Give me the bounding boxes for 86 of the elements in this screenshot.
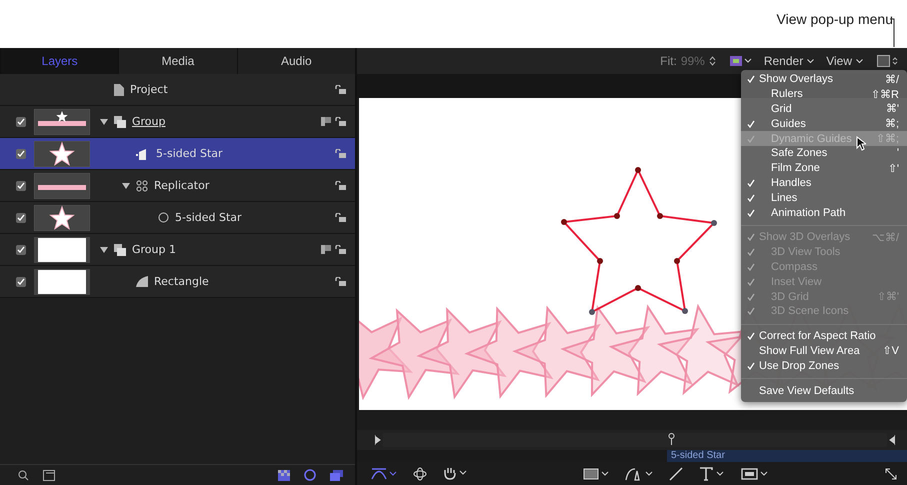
menu-item[interactable]: Grid ⌘' bbox=[741, 102, 907, 116]
chevron-icon bbox=[856, 58, 863, 64]
layer-thumbnail bbox=[34, 236, 90, 262]
text-tool-icon[interactable] bbox=[699, 466, 725, 480]
flag-icon bbox=[321, 117, 331, 126]
menu-item[interactable]: Lines bbox=[741, 190, 907, 206]
replicator-icon bbox=[136, 180, 148, 192]
menu-item[interactable]: Correct for Aspect Ratio bbox=[741, 328, 907, 344]
layer-name: Group bbox=[132, 115, 166, 128]
frame-icon[interactable] bbox=[43, 470, 55, 480]
mask-tool-icon[interactable] bbox=[741, 468, 769, 480]
star-thumbnail bbox=[34, 204, 90, 230]
brush-tool-icon[interactable] bbox=[669, 466, 683, 480]
layers-icon[interactable] bbox=[330, 470, 343, 480]
hand-tool-icon[interactable] bbox=[443, 467, 467, 480]
layer-name: Rectangle bbox=[154, 275, 209, 288]
chevron-icon bbox=[807, 58, 814, 64]
lock-icon[interactable] bbox=[335, 277, 346, 286]
lock-icon[interactable] bbox=[335, 181, 346, 190]
callout-label: View pop-up menu bbox=[776, 11, 893, 27]
layer-name: Replicator bbox=[154, 179, 210, 192]
color-swatch-icon[interactable] bbox=[730, 56, 752, 66]
circle-icon bbox=[158, 212, 169, 223]
visibility-checkbox[interactable] bbox=[16, 244, 26, 254]
orbit-tool-icon[interactable] bbox=[413, 466, 427, 480]
disclosure-triangle-icon[interactable] bbox=[100, 118, 108, 126]
stepper-icon[interactable] bbox=[708, 56, 716, 66]
menu-item[interactable]: Guides ⌘; bbox=[741, 116, 907, 132]
group-icon bbox=[114, 116, 126, 128]
menu-item[interactable]: Safe Zones ' bbox=[741, 146, 907, 161]
star-thumbnail bbox=[34, 140, 90, 166]
visibility-checkbox[interactable] bbox=[16, 180, 26, 190]
panel-tab[interactable]: Media bbox=[118, 48, 237, 74]
star-strip-thumbnail bbox=[34, 172, 90, 198]
layer-row[interactable]: 5-sided Star bbox=[0, 138, 355, 170]
menu-item[interactable]: Animation Path bbox=[741, 205, 907, 220]
circle-icon[interactable] bbox=[304, 469, 316, 481]
layer-name: 5-sided Star bbox=[175, 211, 242, 224]
rectangle-tool-icon[interactable] bbox=[583, 468, 609, 480]
menu-item[interactable]: Film Zone ⇧' bbox=[741, 160, 907, 176]
menu-item[interactable]: Handles bbox=[741, 176, 907, 190]
lock-icon[interactable] bbox=[335, 149, 346, 158]
group-icon bbox=[114, 244, 126, 256]
mouse-pointer-icon bbox=[856, 136, 866, 151]
layer-name: 5-sided Star bbox=[156, 147, 223, 160]
layer-row[interactable]: Replicator bbox=[0, 170, 355, 202]
in-point-icon[interactable] bbox=[375, 435, 381, 445]
menu-item[interactable]: Show Overlays ⌘/ bbox=[741, 72, 907, 87]
layer-row[interactable]: 5-sided Star bbox=[0, 202, 355, 234]
lock-icon[interactable] bbox=[335, 85, 346, 94]
menu-item[interactable]: Save View Defaults bbox=[741, 383, 907, 398]
lock-icon[interactable] bbox=[335, 213, 346, 222]
pen-tool-icon[interactable] bbox=[625, 466, 653, 480]
menu-item[interactable]: Show Full View Area ⇧V bbox=[741, 344, 907, 358]
flag-icon bbox=[321, 245, 331, 254]
layer-name: Project bbox=[130, 83, 168, 96]
view-popup-icon[interactable] bbox=[877, 55, 899, 67]
disclosure-triangle-icon[interactable] bbox=[122, 182, 130, 190]
bezier-tool-icon[interactable] bbox=[371, 468, 397, 480]
out-point-icon[interactable] bbox=[889, 435, 895, 445]
document-icon bbox=[114, 84, 124, 96]
star-strip-thumbnail bbox=[34, 108, 90, 134]
playhead-icon[interactable] bbox=[668, 433, 675, 445]
layer-row[interactable]: Group 1 bbox=[0, 234, 355, 266]
layer-thumbnail bbox=[34, 268, 90, 294]
panel-tab[interactable]: Audio bbox=[236, 48, 355, 74]
lock-icon[interactable] bbox=[335, 117, 346, 126]
visibility-checkbox[interactable] bbox=[16, 212, 26, 222]
menu-item[interactable]: Rulers ⇧⌘R bbox=[741, 86, 907, 102]
timeline-clip[interactable]: 5-sided Star bbox=[667, 450, 907, 462]
visibility-checkbox[interactable] bbox=[16, 276, 26, 286]
render-menu-button[interactable]: Render bbox=[756, 54, 804, 68]
visibility-checkbox[interactable] bbox=[16, 116, 26, 126]
layer-row[interactable]: Rectangle bbox=[0, 266, 355, 298]
search-icon[interactable] bbox=[18, 470, 29, 480]
view-menu-button[interactable]: View bbox=[818, 54, 852, 68]
visibility-checkbox[interactable] bbox=[16, 148, 26, 158]
lock-icon[interactable] bbox=[335, 245, 346, 254]
layer-row[interactable]: Group bbox=[0, 106, 355, 138]
rectangle-shape-icon bbox=[136, 276, 148, 287]
checker-icon[interactable] bbox=[278, 470, 290, 480]
fit-label: Fit: bbox=[660, 54, 677, 68]
disclosure-triangle-icon[interactable] bbox=[100, 246, 108, 254]
expand-icon[interactable] bbox=[885, 468, 897, 480]
menu-item[interactable]: Use Drop Zones bbox=[741, 358, 907, 374]
layer-name: Group 1 bbox=[132, 243, 176, 256]
